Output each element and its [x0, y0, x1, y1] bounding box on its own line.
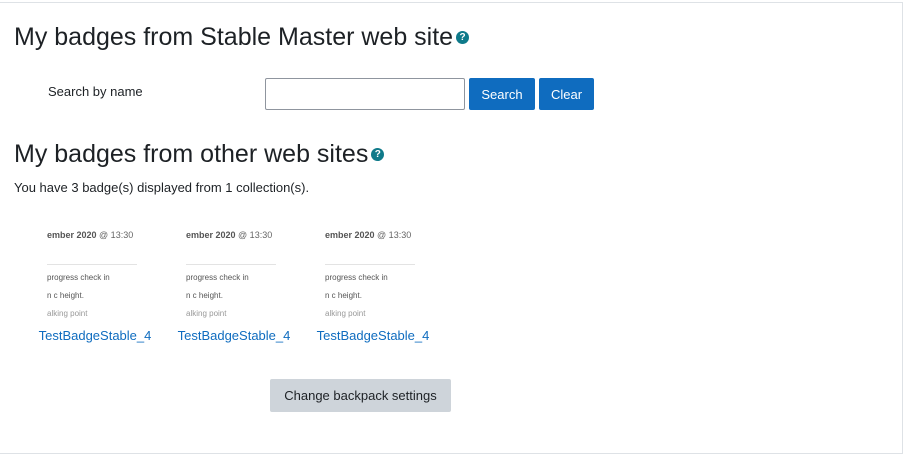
- local-badges-title: My badges from Stable Master web site: [14, 23, 454, 51]
- badge-image-text: n c height.: [47, 291, 84, 300]
- badge-image-divider: [325, 264, 415, 265]
- badge-image-divider: [47, 264, 137, 265]
- search-button[interactable]: Search: [469, 78, 535, 110]
- badge-image-text: n c height.: [325, 291, 362, 300]
- badge-link[interactable]: TestBadgeStable_4: [169, 328, 299, 343]
- badge-image-text: progress check in: [325, 273, 388, 282]
- other-badges-title: My badges from other web sites: [14, 140, 369, 168]
- badge-link[interactable]: TestBadgeStable_4: [308, 328, 438, 343]
- badge-image[interactable]: ember 2020 @ 13:30 progress check in n c…: [47, 225, 143, 319]
- badge-summary: You have 3 badge(s) displayed from 1 col…: [14, 180, 310, 195]
- badge-link[interactable]: TestBadgeStable_4: [30, 328, 160, 343]
- change-backpack-settings-button[interactable]: Change backpack settings: [270, 379, 451, 412]
- local-badges-heading: My badges from Stable Master web site?: [14, 22, 470, 52]
- help-icon[interactable]: ?: [371, 147, 385, 161]
- badge-item: ember 2020 @ 13:30 progress check in n c…: [169, 225, 299, 343]
- page-container: My badges from Stable Master web site? S…: [0, 2, 903, 454]
- badge-image-text: n c height.: [186, 291, 223, 300]
- badge-image-text: ember 2020 @ 13:30: [325, 230, 412, 240]
- badge-image[interactable]: ember 2020 @ 13:30 progress check in n c…: [186, 225, 282, 319]
- clear-button[interactable]: Clear: [539, 78, 594, 110]
- search-label: Search by name: [48, 84, 143, 99]
- search-input[interactable]: [265, 78, 465, 110]
- badge-image-text: alking point: [325, 309, 366, 318]
- badge-image-text: progress check in: [186, 273, 249, 282]
- badge-image-divider: [186, 264, 276, 265]
- badge-item: ember 2020 @ 13:30 progress check in n c…: [30, 225, 160, 343]
- badge-image-text: alking point: [47, 309, 88, 318]
- other-badges-heading: My badges from other web sites?: [14, 139, 385, 169]
- badge-image[interactable]: ember 2020 @ 13:30 progress check in n c…: [325, 225, 421, 319]
- help-icon[interactable]: ?: [456, 30, 470, 44]
- badge-image-text: alking point: [186, 309, 227, 318]
- badge-image-text: progress check in: [47, 273, 110, 282]
- badge-image-text: ember 2020 @ 13:30: [186, 230, 273, 240]
- badge-image-text: ember 2020 @ 13:30: [47, 230, 134, 240]
- badge-item: ember 2020 @ 13:30 progress check in n c…: [308, 225, 438, 343]
